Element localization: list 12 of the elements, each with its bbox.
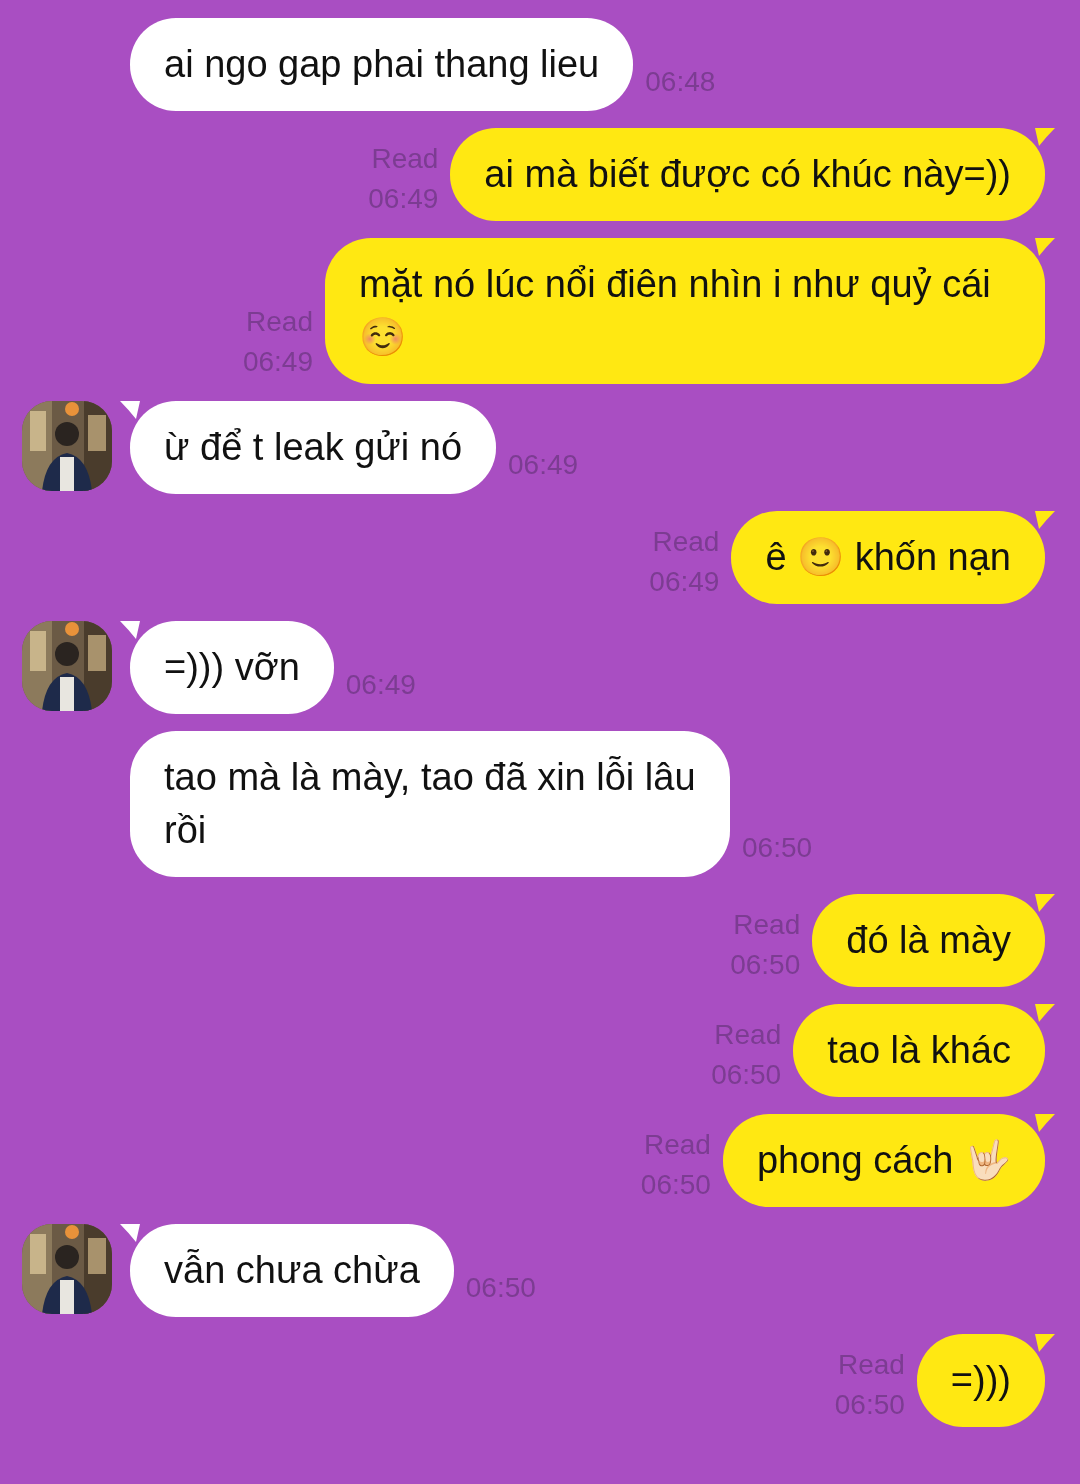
bubble-tail-icon [1035, 1114, 1055, 1132]
bubble-tail-icon [1035, 1004, 1055, 1022]
bubble-tail-icon [120, 1224, 140, 1242]
bubble-tail-icon [1035, 1334, 1055, 1352]
message-bubble: tao mà là mày, tao đã xin lỗi lâu rồi [130, 731, 730, 877]
bubble-tail-icon [1035, 128, 1055, 146]
bubble-tail-icon [120, 401, 140, 419]
bubble-tail-icon [120, 621, 140, 639]
bubble-tail-icon [1035, 894, 1055, 912]
message-bubble: ai ngo gap phai thang lieu [130, 18, 634, 111]
bubble-tail-icon [1035, 511, 1055, 529]
bubble-tail-icon [1035, 238, 1055, 256]
